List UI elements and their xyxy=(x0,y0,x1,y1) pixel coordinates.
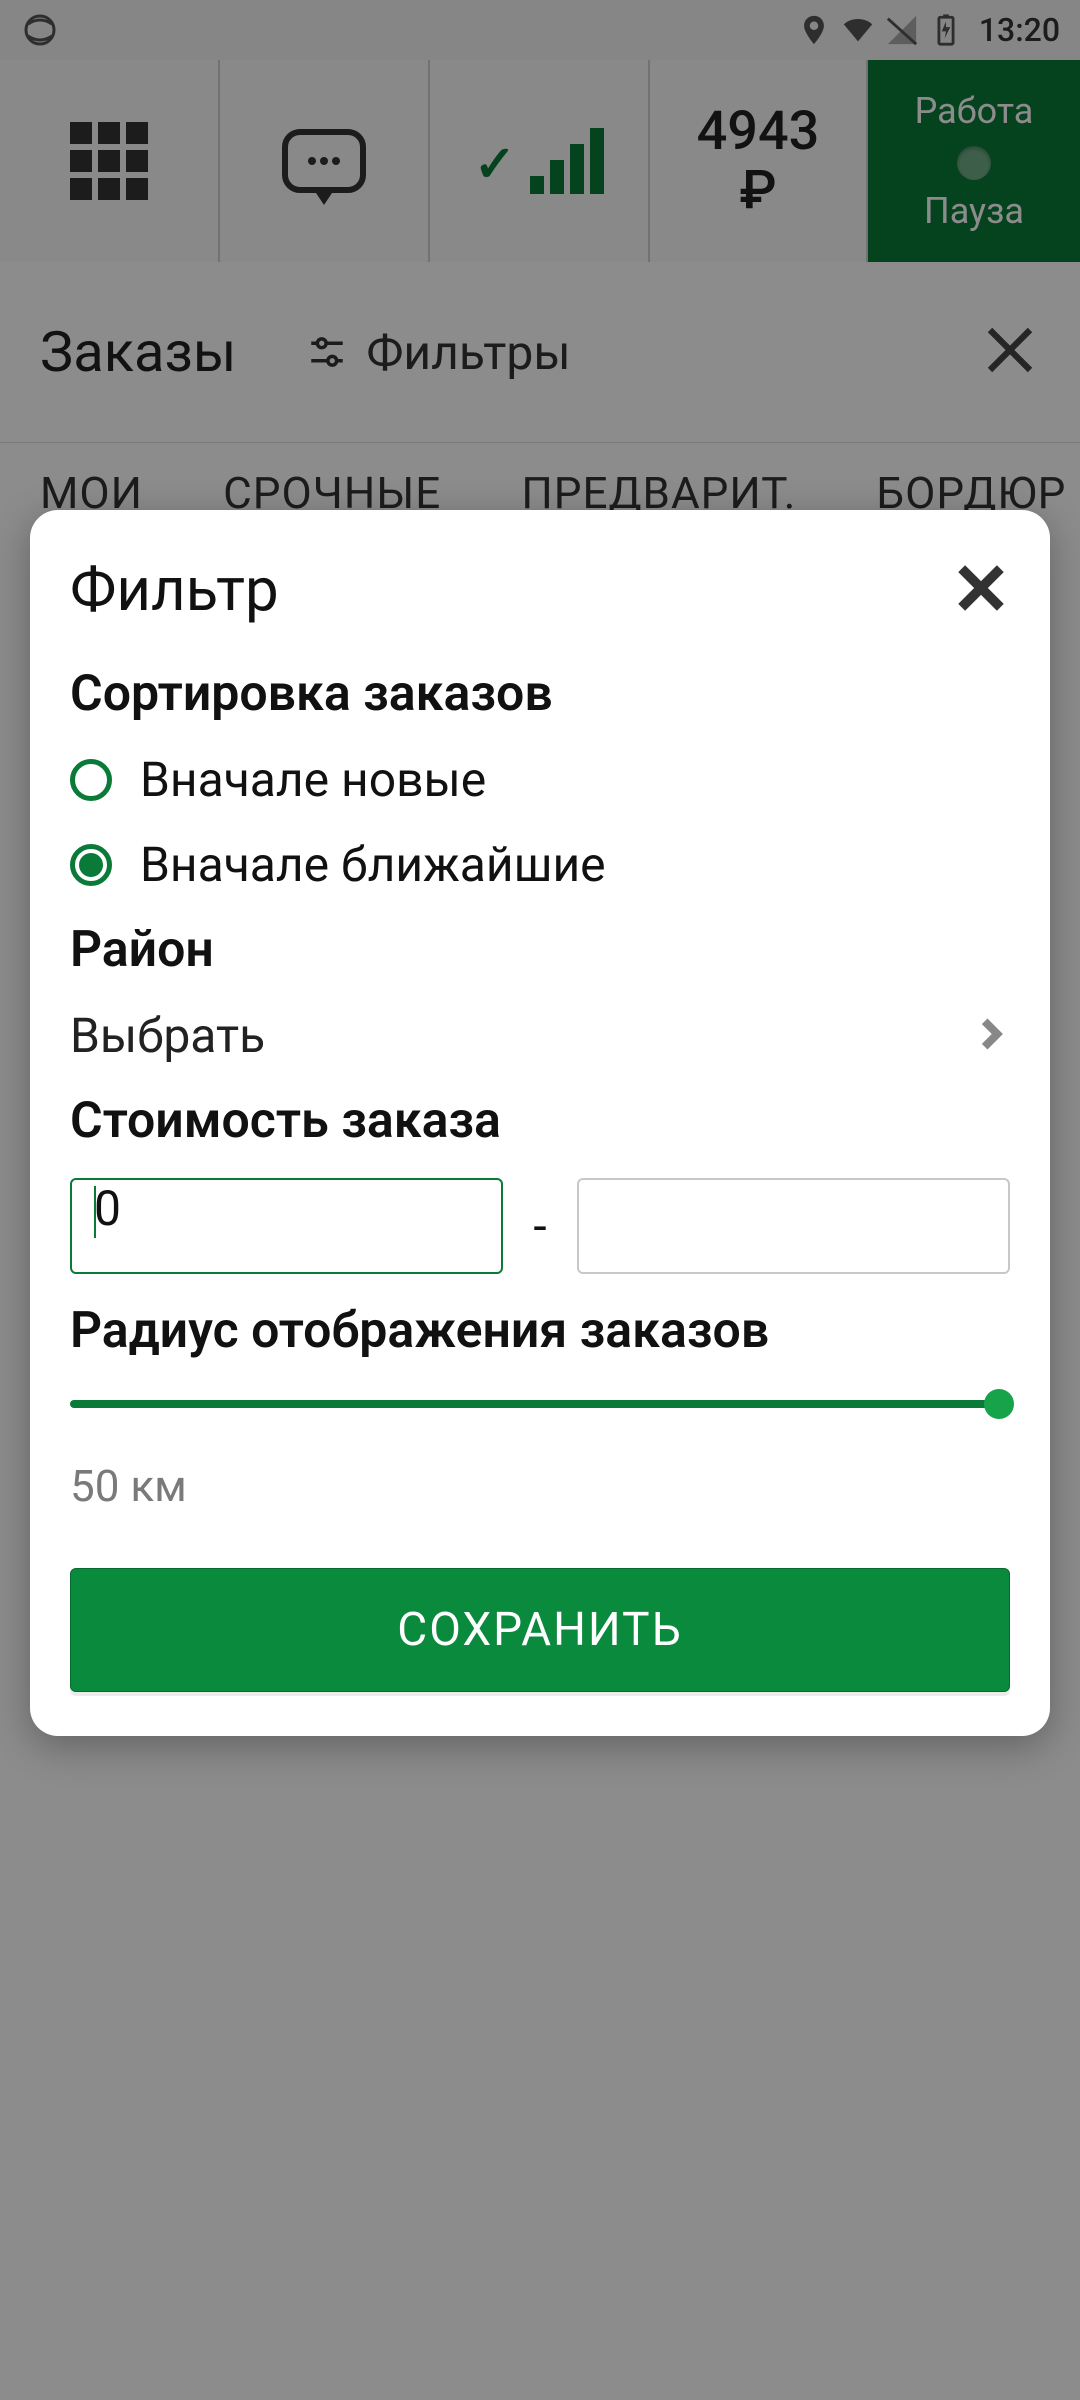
modal-title: Фильтр xyxy=(70,554,279,625)
radius-slider[interactable] xyxy=(70,1400,1010,1408)
slider-thumb[interactable] xyxy=(984,1389,1014,1419)
district-heading: Район xyxy=(70,921,1010,979)
radio-icon xyxy=(70,844,112,886)
save-button[interactable]: СОХРАНИТЬ xyxy=(70,1568,1010,1692)
close-icon xyxy=(952,559,1010,617)
price-dash: - xyxy=(533,1198,546,1255)
sort-heading: Сортировка заказов xyxy=(70,665,1010,723)
district-select[interactable]: Выбрать xyxy=(70,1007,1010,1064)
price-heading: Стоимость заказа xyxy=(70,1092,1010,1150)
district-select-label: Выбрать xyxy=(70,1007,265,1064)
radius-heading: Радиус отображения заказов xyxy=(70,1302,1010,1360)
filter-modal: Фильтр Сортировка заказов Вначале новые … xyxy=(30,510,1050,1736)
price-from-input[interactable]: 0 xyxy=(70,1178,503,1274)
radius-value: 50 км xyxy=(70,1460,1010,1512)
modal-close-button[interactable] xyxy=(952,559,1010,621)
radio-nearest-first[interactable]: Вначале ближайшие xyxy=(70,836,1010,893)
slider-track xyxy=(70,1400,1010,1408)
radio-label: Вначале ближайшие xyxy=(140,836,606,893)
chevron-right-icon xyxy=(972,1015,1010,1057)
price-from-value: 0 xyxy=(94,1180,121,1237)
radio-newest-first[interactable]: Вначале новые xyxy=(70,751,1010,808)
radio-label: Вначале новые xyxy=(140,751,486,808)
price-to-input[interactable] xyxy=(577,1178,1010,1274)
save-button-label: СОХРАНИТЬ xyxy=(397,1603,683,1657)
radio-icon xyxy=(70,759,112,801)
